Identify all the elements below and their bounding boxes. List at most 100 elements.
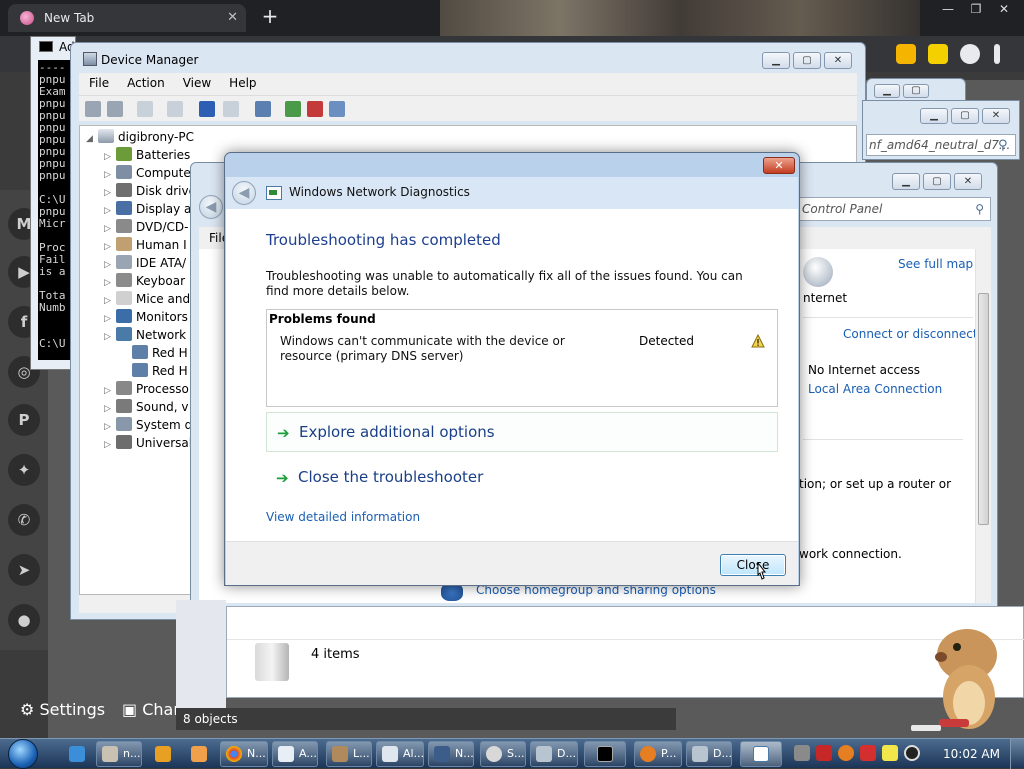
taskbar-chrome-button[interactable]: N...: [220, 741, 268, 767]
help-icon[interactable]: [199, 101, 215, 117]
device-tree-category[interactable]: ▷ DVD/CD-: [104, 218, 188, 236]
extension-sidebar-icon[interactable]: [928, 44, 948, 64]
nc-close-button[interactable]: ✕: [954, 173, 982, 190]
explore-options-link[interactable]: ➔ Explore additional options: [266, 412, 778, 452]
tray-tool-icon[interactable]: [794, 745, 810, 761]
taskbar-media-button[interactable]: [150, 742, 176, 766]
device-tree-category[interactable]: ▷ Disk drive: [104, 182, 196, 200]
problem-description[interactable]: Windows can't communicate with the devic…: [280, 334, 600, 364]
taskbar-button-1[interactable]: n...: [96, 741, 142, 767]
taskbar-button-d2[interactable]: D...: [686, 741, 732, 767]
control-panel-search[interactable]: Control Panel ⚲: [797, 197, 991, 221]
taskbar-paint-button[interactable]: [186, 742, 212, 766]
browser-minimize-button[interactable]: —: [934, 2, 962, 16]
expand-icon[interactable]: ▷: [104, 328, 114, 346]
extension-puzzle-icon[interactable]: [896, 44, 916, 64]
device-tree-category[interactable]: ▷ IDE ATA/: [104, 254, 186, 272]
device-tree-child-item[interactable]: Red H: [120, 362, 188, 380]
taskbar-button-al[interactable]: Al...: [376, 741, 424, 767]
reddit-icon[interactable]: ●: [8, 604, 40, 636]
tray-search-icon[interactable]: [838, 745, 854, 761]
device-tree-category[interactable]: ▷ Sound, v: [104, 398, 189, 416]
whatsapp-icon[interactable]: ✆: [8, 504, 40, 536]
show-desktop-button[interactable]: [1010, 739, 1024, 769]
view-icon[interactable]: [223, 101, 239, 117]
driver-store-path-field[interactable]: nf_amd64_neutral_d7...: [866, 134, 1016, 156]
close-troubleshooter-link[interactable]: ➔ Close the troubleshooter: [266, 458, 778, 498]
device-tree-category[interactable]: ▷ Keyboar: [104, 272, 185, 290]
start-button[interactable]: [8, 739, 42, 769]
menu-help[interactable]: Help: [229, 76, 256, 90]
menu-action[interactable]: Action: [127, 76, 165, 90]
see-full-map-link[interactable]: See full map: [898, 257, 973, 271]
nc-scrollbar[interactable]: [975, 249, 991, 603]
taskbar-button-l[interactable]: L...: [326, 741, 372, 767]
telegram-icon[interactable]: ➤: [8, 554, 40, 586]
nc-minimize-button[interactable]: ▁: [892, 173, 920, 190]
taskbar-button-p[interactable]: P...: [634, 741, 682, 767]
tray-flag-icon[interactable]: [860, 745, 876, 761]
device-tree-category[interactable]: ▷ Human I: [104, 236, 187, 254]
maximize-button[interactable]: ▢: [793, 52, 821, 69]
device-tree-category[interactable]: ▷ Monitors: [104, 308, 188, 326]
scan-hardware-icon[interactable]: [255, 101, 271, 117]
dialog-close-button[interactable]: ✕: [763, 157, 795, 174]
device-tree-category[interactable]: ▷ Processo: [104, 380, 189, 398]
local-area-connection-link[interactable]: Local Area Connection: [808, 382, 942, 396]
minimize-button[interactable]: ▁: [762, 52, 790, 69]
taskbar-console-button[interactable]: [584, 741, 626, 767]
close-button[interactable]: ✕: [824, 52, 852, 69]
device-tree-category[interactable]: ▷ System d: [104, 416, 192, 434]
settings-link[interactable]: ⚙ Settings: [20, 700, 105, 719]
close-button[interactable]: Close: [720, 554, 786, 576]
forward-arrow-icon[interactable]: [107, 101, 123, 117]
nc-back-icon[interactable]: ◀: [199, 195, 223, 219]
device-tree-category[interactable]: ▷ Compute: [104, 164, 191, 182]
tree-root-computer[interactable]: ◢ digibrony-PC: [86, 128, 194, 146]
profile-avatar-icon[interactable]: [960, 44, 980, 64]
show-hide-tree-icon[interactable]: [137, 101, 153, 117]
taskbar-ie-button[interactable]: [64, 742, 90, 766]
device-tree-category[interactable]: ▷ Mice and: [104, 290, 190, 308]
channel-link[interactable]: ▣ Chan: [122, 700, 183, 719]
device-tree-category[interactable]: ▷ Network: [104, 326, 186, 344]
browser-tab[interactable]: New Tab ✕: [8, 4, 246, 32]
browser-close-button[interactable]: ✕: [990, 2, 1018, 16]
taskbar-button-a[interactable]: A...: [272, 741, 318, 767]
taskbar-diagnostics-button[interactable]: [740, 741, 782, 767]
collapse-icon[interactable]: ◢: [86, 130, 96, 148]
browser-restore-button[interactable]: ❐: [962, 2, 990, 16]
driver-store-search-icon[interactable]: ⚲: [998, 138, 1008, 153]
device-tree-category[interactable]: ▷ Batteries: [104, 146, 190, 164]
view-detailed-information-link[interactable]: View detailed information: [266, 510, 420, 524]
tray-record-icon[interactable]: [904, 745, 920, 761]
tray-message-icon[interactable]: [882, 745, 898, 761]
driver-store-minimize-button[interactable]: ▁: [920, 108, 948, 124]
taskbar-button-d[interactable]: D...: [530, 741, 578, 767]
background-maximize-button[interactable]: ▢: [903, 84, 929, 98]
device-tree-child-item[interactable]: Red H: [120, 344, 188, 362]
menu-file[interactable]: File: [89, 76, 109, 90]
driver-store-maximize-button[interactable]: ▢: [951, 108, 979, 124]
uninstall-icon[interactable]: [307, 101, 323, 117]
dialog-back-icon[interactable]: ◀: [232, 181, 256, 205]
background-window-titlebar[interactable]: ▁ ▢: [866, 78, 966, 102]
expand-icon[interactable]: ▷: [104, 436, 114, 454]
new-tab-button[interactable]: +: [258, 4, 282, 28]
browser-menu-icon[interactable]: [994, 44, 1000, 64]
connect-disconnect-link[interactable]: Connect or disconnect: [843, 327, 978, 341]
pinterest-icon[interactable]: P: [8, 404, 40, 436]
tab-close-icon[interactable]: ✕: [227, 4, 238, 32]
background-minimize-button[interactable]: ▁: [874, 84, 900, 98]
back-arrow-icon[interactable]: [85, 101, 101, 117]
tray-antivirus-icon[interactable]: [816, 745, 832, 761]
network-diagnostics-dialog[interactable]: ✕ ◀ Windows Network Diagnostics Troubles…: [224, 152, 800, 586]
device-tree-category[interactable]: ▷ Universal: [104, 434, 192, 452]
nc-scrollbar-thumb[interactable]: [978, 293, 989, 525]
taskbar-button-s[interactable]: S...: [480, 741, 526, 767]
device-tree-category[interactable]: ▷ Display a: [104, 200, 191, 218]
menu-view[interactable]: View: [183, 76, 211, 90]
taskbar-button-n[interactable]: N...: [428, 741, 474, 767]
update-driver-icon[interactable]: [285, 101, 301, 117]
nc-maximize-button[interactable]: ▢: [923, 173, 951, 190]
